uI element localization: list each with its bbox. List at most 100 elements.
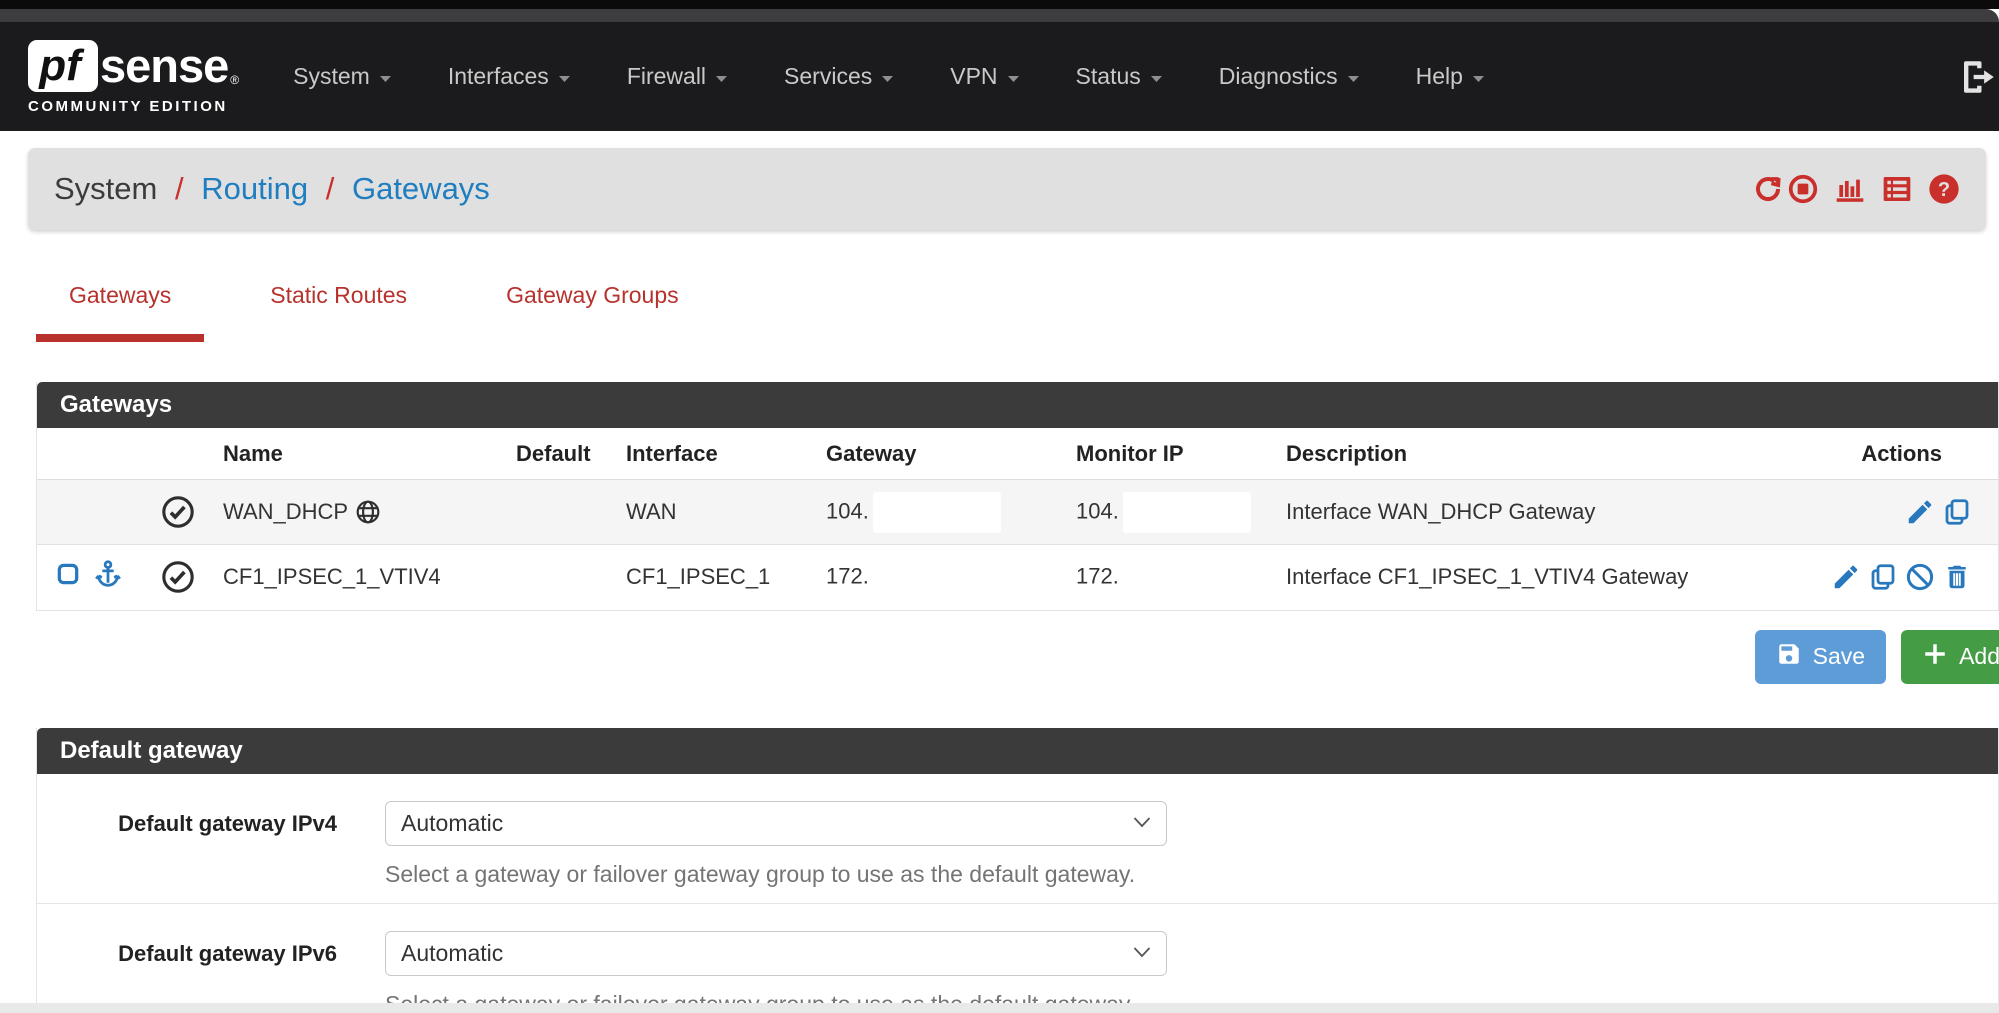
breadcrumb-action-icons: ? bbox=[1753, 173, 1960, 205]
breadcrumb-link-gateways[interactable]: Gateways bbox=[352, 171, 490, 206]
gateway-row-cf1-ipsec: CF1_IPSEC_1_VTIV4 CF1_IPSEC_1 172. 172. … bbox=[37, 545, 1998, 610]
registered-mark: ® bbox=[230, 73, 239, 87]
gateway-ip: 172. bbox=[826, 563, 869, 588]
gateway-row-wan-dhcp: WAN_DHCP WAN 104. 104. Interface WAN_DHC… bbox=[37, 480, 1998, 545]
refresh-icon[interactable] bbox=[1753, 174, 1783, 204]
nav-item-label: Help bbox=[1416, 63, 1463, 90]
nav-item-status[interactable]: Status bbox=[1048, 63, 1191, 90]
delete-trash-icon[interactable] bbox=[1942, 562, 1972, 592]
sign-out-icon[interactable] bbox=[1957, 56, 1999, 98]
save-button[interactable]: Save bbox=[1755, 630, 1886, 684]
chevron-down-icon bbox=[1472, 63, 1485, 90]
default-cell bbox=[516, 545, 626, 610]
redacted-value bbox=[873, 492, 1001, 533]
pfsense-logo-wordmark: pf sense ® bbox=[28, 38, 239, 93]
gateway-cell: 104. bbox=[826, 480, 1076, 545]
nav-item-label: Firewall bbox=[627, 63, 706, 90]
status-cell bbox=[161, 545, 223, 610]
tab-bar: Gateways Static Routes Gateway Groups bbox=[36, 282, 1999, 342]
chevron-down-icon bbox=[379, 63, 392, 90]
copy-icon[interactable] bbox=[1868, 562, 1898, 592]
square-outline-icon[interactable] bbox=[55, 561, 81, 593]
nav-item-label: Interfaces bbox=[448, 63, 549, 90]
nav-item-system[interactable]: System bbox=[265, 63, 420, 90]
svg-text:?: ? bbox=[1938, 179, 1950, 201]
add-button[interactable]: Add bbox=[1901, 630, 1999, 684]
help-icon[interactable]: ? bbox=[1928, 173, 1960, 205]
col-monitor-ip: Monitor IP bbox=[1076, 428, 1286, 480]
name-cell: CF1_IPSEC_1_VTIV4 bbox=[223, 545, 516, 610]
default-gateway-ipv6-select[interactable]: Automatic bbox=[385, 931, 1167, 976]
nav-item-vpn[interactable]: VPN bbox=[922, 63, 1047, 90]
nav-item-label: Status bbox=[1076, 63, 1141, 90]
tab-gateway-groups[interactable]: Gateway Groups bbox=[473, 282, 712, 342]
actions-cell bbox=[1791, 480, 1998, 545]
redacted-value bbox=[873, 557, 1001, 598]
interface-cell: WAN bbox=[626, 480, 826, 545]
nav-item-services[interactable]: Services bbox=[756, 63, 922, 90]
window-top-edge bbox=[0, 0, 1999, 9]
gateways-table: Name Default Interface Gateway Monitor I… bbox=[37, 428, 1998, 610]
col-name: Name bbox=[223, 428, 516, 480]
gateway-online-check-circle-icon bbox=[161, 560, 223, 594]
monitor-graph-icon[interactable] bbox=[1834, 173, 1866, 205]
page-bottom-edge bbox=[0, 1003, 1999, 1013]
disable-ban-icon[interactable] bbox=[1905, 562, 1935, 592]
monitor-ip-cell: 172. bbox=[1076, 545, 1286, 610]
nav-item-firewall[interactable]: Firewall bbox=[599, 63, 756, 90]
globe-icon bbox=[355, 499, 381, 525]
pfsense-logo-pf: pf bbox=[28, 40, 98, 92]
log-icon[interactable] bbox=[1881, 173, 1913, 205]
default-gateway-panel: Default gateway Default gateway IPv4 Aut… bbox=[36, 728, 1999, 1013]
pfsense-logo[interactable]: pf sense ® COMMUNITY EDITION bbox=[28, 38, 239, 115]
nav-item-label: Services bbox=[784, 63, 872, 90]
col-description: Description bbox=[1286, 428, 1791, 480]
monitor-ip: 172. bbox=[1076, 563, 1119, 588]
interface-cell: CF1_IPSEC_1 bbox=[626, 545, 826, 610]
default-gateway-ipv4-select[interactable]: Automatic bbox=[385, 801, 1167, 846]
add-button-label: Add bbox=[1959, 643, 1999, 670]
default-gateway-ipv4-help: Select a gateway or failover gateway gro… bbox=[385, 861, 1167, 888]
main-navbar: pf sense ® COMMUNITY EDITION System Inte… bbox=[0, 22, 1999, 131]
gateway-name: CF1_IPSEC_1_VTIV4 bbox=[223, 564, 441, 590]
gateway-ip: 104. bbox=[826, 498, 869, 523]
col-status bbox=[161, 428, 223, 480]
default-gateway-panel-title: Default gateway bbox=[37, 728, 1998, 774]
window-title-strip bbox=[0, 9, 1999, 22]
stop-circle-icon[interactable] bbox=[1787, 173, 1819, 205]
description-cell: Interface WAN_DHCP Gateway bbox=[1286, 480, 1791, 545]
nav-menu: System Interfaces Firewall Services VPN … bbox=[265, 63, 1513, 90]
monitor-ip: 104. bbox=[1076, 498, 1119, 523]
anchor-icon[interactable] bbox=[93, 559, 123, 595]
save-floppy-icon bbox=[1776, 641, 1802, 673]
nav-item-diagnostics[interactable]: Diagnostics bbox=[1191, 63, 1388, 90]
breadcrumb-link-routing[interactable]: Routing bbox=[201, 171, 308, 206]
chevron-down-icon bbox=[1347, 63, 1360, 90]
chevron-down-icon bbox=[1007, 63, 1020, 90]
gateway-online-check-circle-icon bbox=[161, 495, 223, 529]
nav-item-help[interactable]: Help bbox=[1388, 63, 1513, 90]
tab-static-routes[interactable]: Static Routes bbox=[237, 282, 440, 342]
nav-item-label: Diagnostics bbox=[1219, 63, 1338, 90]
table-buttons: Save Add bbox=[0, 630, 1999, 684]
redacted-value bbox=[1123, 557, 1251, 598]
nav-item-interfaces[interactable]: Interfaces bbox=[420, 63, 599, 90]
col-gateway: Gateway bbox=[826, 428, 1076, 480]
save-button-label: Save bbox=[1813, 643, 1865, 670]
redacted-value bbox=[1123, 492, 1251, 533]
pfsense-logo-sense: sense bbox=[100, 38, 228, 93]
default-gateway-ipv4-row: Default gateway IPv4 Automatic Select a … bbox=[37, 774, 1998, 903]
gateway-cell: 172. bbox=[826, 545, 1076, 610]
nav-item-label: System bbox=[293, 63, 370, 90]
col-actions: Actions bbox=[1791, 428, 1998, 480]
tab-gateways[interactable]: Gateways bbox=[36, 282, 204, 342]
edit-pencil-icon[interactable] bbox=[1905, 497, 1935, 527]
edit-pencil-icon[interactable] bbox=[1831, 562, 1861, 592]
chevron-down-icon bbox=[1150, 63, 1163, 90]
plus-icon bbox=[1922, 641, 1948, 673]
left-icons-cell bbox=[37, 545, 161, 610]
breadcrumb-root: System bbox=[54, 171, 157, 206]
default-cell bbox=[516, 480, 626, 545]
breadcrumb-separator: / bbox=[166, 171, 193, 206]
copy-icon[interactable] bbox=[1942, 497, 1972, 527]
